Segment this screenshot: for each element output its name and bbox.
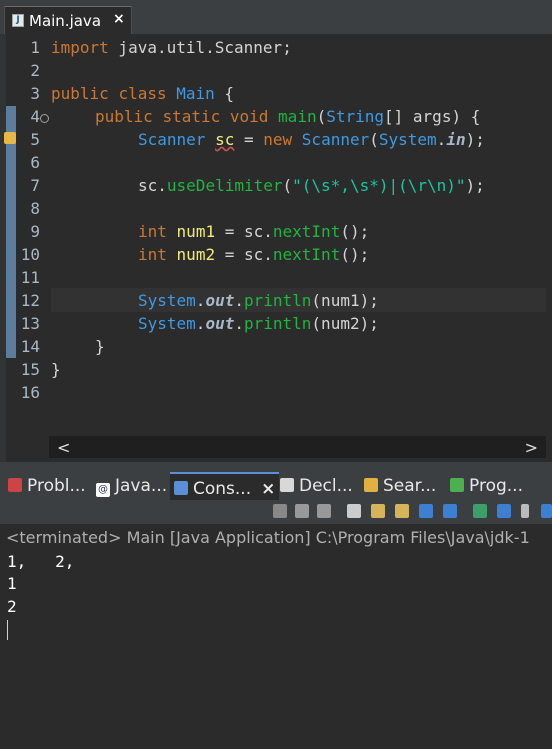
word-wrap-icon[interactable]	[395, 504, 409, 518]
tab-declaration-label: Decl...	[299, 476, 353, 496]
tab-search[interactable]: Sear...	[364, 476, 436, 496]
search-icon	[364, 478, 378, 492]
display-console-icon[interactable]	[497, 504, 511, 518]
scroll-left-icon[interactable]: <	[57, 438, 70, 457]
tab-javadoc-label: Java...	[115, 476, 168, 496]
code-line-3: public class Main {	[51, 84, 235, 103]
console-line: 2	[7, 597, 17, 616]
console-icon	[174, 481, 188, 495]
declaration-icon	[280, 478, 294, 492]
tab-declaration[interactable]: Decl...	[280, 476, 353, 496]
tab-problems-label: Probl...	[27, 476, 86, 496]
tab-javadoc[interactable]: @ Java...	[96, 476, 167, 497]
open-console-icon[interactable]	[541, 504, 552, 518]
java-file-icon: J	[12, 14, 24, 27]
line-number: 14	[20, 337, 40, 356]
code-line-15: }	[51, 360, 61, 379]
progress-icon	[450, 478, 464, 492]
tab-search-label: Sear...	[383, 476, 437, 496]
console-status: <terminated> Main [Java Application] C:\…	[6, 528, 530, 547]
code-line-14: }	[95, 337, 105, 356]
line-number: 1	[30, 38, 40, 57]
line-number: 4	[30, 107, 40, 126]
close-icon[interactable]: ×	[113, 11, 125, 27]
console-output[interactable]: <terminated> Main [Java Application] C:\…	[0, 524, 552, 749]
show-stderr-icon[interactable]	[443, 504, 457, 518]
scroll-lock-icon[interactable]	[371, 504, 385, 518]
chevron-down-icon[interactable]	[521, 504, 529, 518]
tab-label: Main.java	[29, 12, 102, 30]
tab-console-label: Cons...	[193, 479, 252, 499]
console-line: 1	[7, 574, 17, 593]
line-number: 6	[30, 153, 40, 172]
tab-progress-label: Prog...	[469, 476, 523, 496]
tab-main-java[interactable]: J Main.java ×	[4, 6, 132, 34]
line-number: 12	[20, 291, 40, 310]
line-number: 16	[20, 383, 40, 402]
code-line-7: sc.useDelimiter("(\s*,\s*)|(\r\n)");	[138, 176, 485, 195]
close-icon[interactable]: ×	[261, 479, 275, 499]
line-number: 9	[30, 222, 40, 241]
code-line-1: import java.util.Scanner;	[51, 38, 292, 57]
line-number: 8	[30, 199, 40, 218]
line-number: 2	[30, 61, 40, 80]
remove-launch-icon[interactable]	[295, 504, 309, 518]
fold-icon[interactable]	[40, 114, 49, 123]
line-number: 15	[20, 360, 40, 379]
line-number: 11	[20, 268, 40, 287]
code-line-13: System.out.println(num2);	[138, 314, 379, 333]
code-editor[interactable]: 1 2 3 4 5 6 7 8 9 10 11 12 13 14 15 16 i…	[0, 34, 552, 462]
code-line-10: int num2 = sc.nextInt();	[138, 245, 370, 264]
remove-all-icon[interactable]	[317, 504, 331, 518]
show-stdout-icon[interactable]	[419, 504, 433, 518]
console-line: 1, 2,	[7, 552, 75, 571]
scroll-right-icon[interactable]: >	[525, 438, 538, 457]
code-line-5: Scanner sc = new Scanner(System.in);	[138, 130, 485, 149]
text-caret	[7, 620, 8, 640]
line-number: 3	[30, 84, 40, 103]
line-number: 10	[20, 245, 40, 264]
problems-icon	[8, 478, 22, 492]
clear-console-icon[interactable]	[347, 504, 361, 518]
overview-ruler	[0, 34, 16, 462]
code-line-4: public static void main(String[] args) {	[95, 107, 481, 126]
javadoc-icon: @	[96, 483, 110, 497]
terminate-icon[interactable]	[273, 504, 287, 518]
line-number: 13	[20, 314, 40, 333]
pin-console-icon[interactable]	[473, 504, 487, 518]
line-number: 7	[30, 176, 40, 195]
tab-problems[interactable]: Probl...	[8, 476, 86, 496]
horizontal-scrollbar[interactable]: < >	[49, 436, 546, 458]
console-toolbar	[0, 500, 552, 524]
editor-tab-bar: J Main.java ×	[0, 0, 552, 34]
code-line-9: int num1 = sc.nextInt();	[138, 222, 370, 241]
tab-progress[interactable]: Prog...	[450, 476, 523, 496]
code-line-12: System.out.println(num1);	[138, 291, 379, 310]
line-number: 5	[30, 130, 40, 149]
